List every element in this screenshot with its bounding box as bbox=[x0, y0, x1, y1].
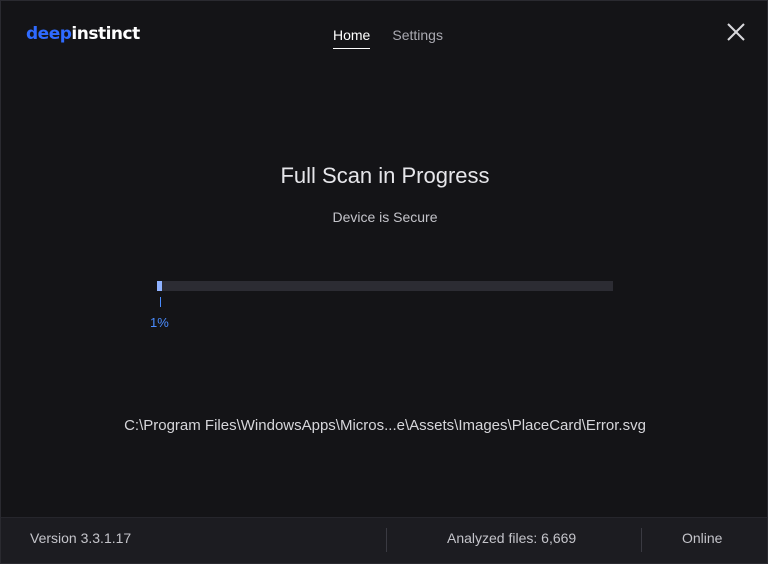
close-icon[interactable] bbox=[725, 21, 747, 43]
tab-settings[interactable]: Settings bbox=[392, 25, 443, 49]
status-footer: Version 3.3.1.17 Analyzed files: 6,669 O… bbox=[1, 517, 767, 563]
logo-part-deep: deep bbox=[26, 24, 72, 44]
footer-divider bbox=[386, 528, 387, 552]
connection-status: Online bbox=[682, 530, 723, 546]
app-window: deepinstinct Home Settings Full Scan in … bbox=[0, 0, 768, 564]
scan-progress-fill bbox=[157, 281, 162, 291]
progress-percent: 1% bbox=[150, 315, 169, 330]
main-nav: Home Settings bbox=[333, 25, 443, 49]
scan-progress-bar bbox=[157, 281, 613, 291]
device-status-text: Device is Secure bbox=[332, 209, 438, 225]
logo-part-instinct: instinct bbox=[71, 24, 140, 44]
progress-marker bbox=[160, 297, 161, 307]
footer-divider bbox=[641, 528, 642, 552]
current-scan-file: C:\Program Files\WindowsApps\Micros...e\… bbox=[124, 417, 646, 434]
deep-instinct-logo: deepinstinct bbox=[26, 23, 140, 45]
analyzed-files-count: Analyzed files: 6,669 bbox=[447, 530, 577, 546]
version-label: Version 3.3.1.17 bbox=[30, 530, 132, 546]
scan-title: Full Scan in Progress bbox=[280, 163, 490, 188]
tab-home[interactable]: Home bbox=[333, 25, 371, 49]
